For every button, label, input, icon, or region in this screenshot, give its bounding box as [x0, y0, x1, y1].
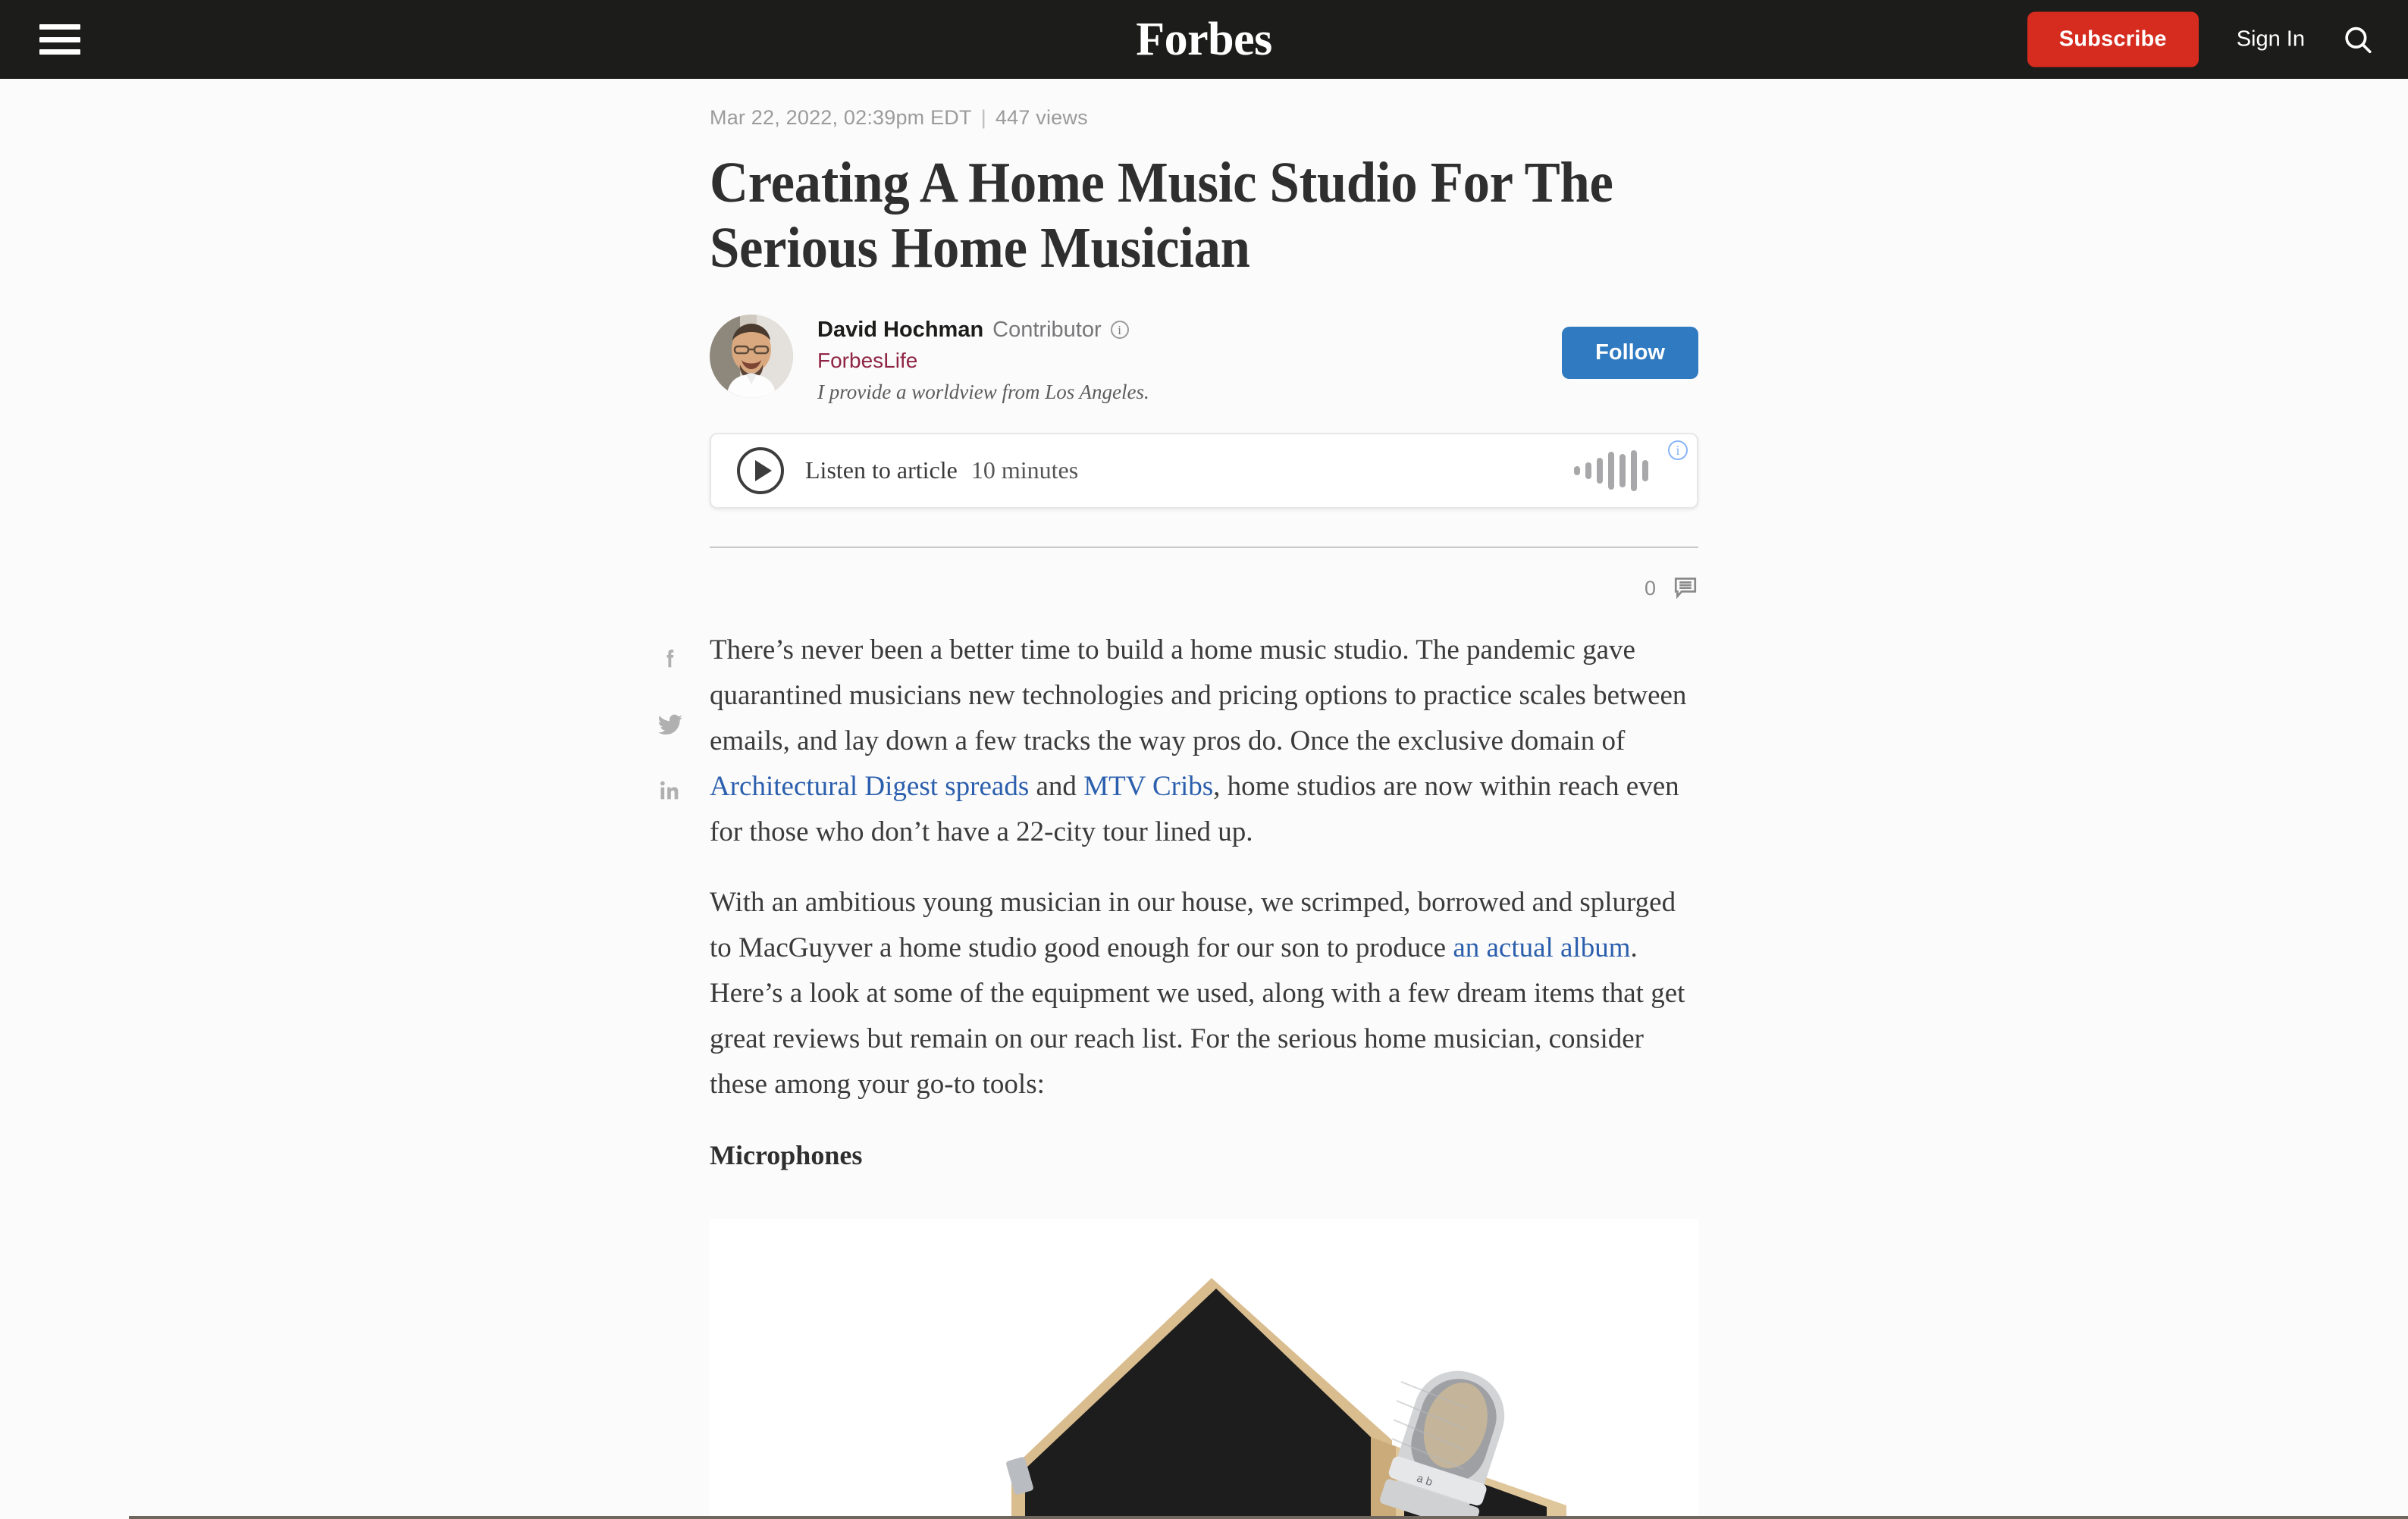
hamburger-bar: [39, 36, 80, 42]
avatar[interactable]: [710, 314, 793, 398]
hamburger-bar: [39, 49, 80, 55]
linkedin-icon[interactable]: [657, 778, 683, 807]
section-link[interactable]: ForbesLife: [817, 349, 1149, 373]
section-divider: [710, 546, 1698, 548]
author-row: David Hochman Contributor i: [817, 318, 1149, 343]
subscribe-button[interactable]: Subscribe: [2027, 11, 2199, 67]
audio-duration: 10 minutes: [970, 456, 1079, 484]
audio-player[interactable]: Listen to article 10 minutes i: [710, 432, 1698, 509]
comment-count: 0: [1644, 576, 1656, 600]
byline: David Hochman Contributor i ForbesLife I…: [710, 314, 1698, 404]
paragraph: With an ambitious young musician in our …: [710, 880, 1698, 1107]
hamburger-menu-icon[interactable]: [39, 24, 80, 55]
follow-button[interactable]: Follow: [1562, 326, 1698, 379]
facebook-icon[interactable]: [657, 646, 683, 675]
audio-waveform-icon: [1574, 449, 1648, 492]
inline-link[interactable]: Architectural Digest spreads: [710, 771, 1029, 802]
view-count: 447 views: [995, 106, 1088, 129]
play-triangle: [754, 459, 772, 481]
forbes-logo[interactable]: Forbes: [1136, 16, 1272, 63]
bottom-rule: [129, 1516, 2408, 1519]
inline-link[interactable]: an actual album: [1453, 932, 1630, 963]
article-container: Mar 22, 2022, 02:39pm EDT | 447 views Crea…: [710, 79, 1698, 1203]
comment-row: 0: [710, 574, 1698, 603]
waveform-bar: [1608, 451, 1614, 490]
site-header: Forbes Subscribe Sign In: [0, 0, 2408, 79]
contributor-label: Contributor: [992, 317, 1102, 342]
article-body: There’s never been a better time to buil…: [710, 628, 1698, 1178]
waveform-bar: [1574, 465, 1580, 475]
subheading: Microphones: [710, 1140, 863, 1171]
microphone-case-photo: a b: [710, 1219, 1698, 1519]
play-icon[interactable]: [737, 446, 784, 494]
audio-label: Listen to article: [805, 456, 958, 484]
byline-text: David Hochman Contributor i ForbesLife I…: [817, 315, 1149, 404]
page-title: Creating A Home Music Studio For The Ser…: [710, 151, 1613, 280]
meta-separator: |: [980, 106, 986, 129]
paragraph-text: There’s never been a better time to buil…: [710, 634, 1687, 756]
author-name[interactable]: David Hochman: [817, 318, 983, 343]
publish-date: Mar 22, 2022, 02:39pm EDT: [710, 106, 972, 129]
article-meta: Mar 22, 2022, 02:39pm EDT | 447 views: [710, 106, 1698, 130]
waveform-bar: [1585, 462, 1591, 479]
waveform-bar: [1642, 459, 1648, 481]
page-root: Forbes Subscribe Sign In Mar 22, 2022, 0…: [0, 0, 2408, 1519]
sign-in-link[interactable]: Sign In: [2237, 27, 2305, 52]
inline-link[interactable]: MTV Cribs: [1083, 771, 1213, 802]
info-icon[interactable]: i: [1110, 321, 1129, 340]
search-icon[interactable]: [2340, 21, 2376, 58]
comment-icon[interactable]: [1673, 574, 1698, 603]
header-actions: Subscribe Sign In: [2027, 11, 2376, 67]
info-icon[interactable]: i: [1668, 440, 1688, 460]
author-tagline: I provide a worldview from Los Angeles.: [817, 380, 1149, 403]
paragraph-text: and: [1029, 770, 1084, 802]
article-image: a b: [710, 1219, 1698, 1519]
hamburger-bar: [39, 24, 80, 30]
waveform-bar: [1631, 449, 1637, 491]
paragraph: There’s never been a better time to buil…: [710, 628, 1698, 855]
twitter-icon[interactable]: [656, 710, 685, 743]
waveform-bar: [1619, 453, 1626, 487]
waveform-bar: [1597, 457, 1603, 484]
share-rail: [647, 646, 693, 807]
